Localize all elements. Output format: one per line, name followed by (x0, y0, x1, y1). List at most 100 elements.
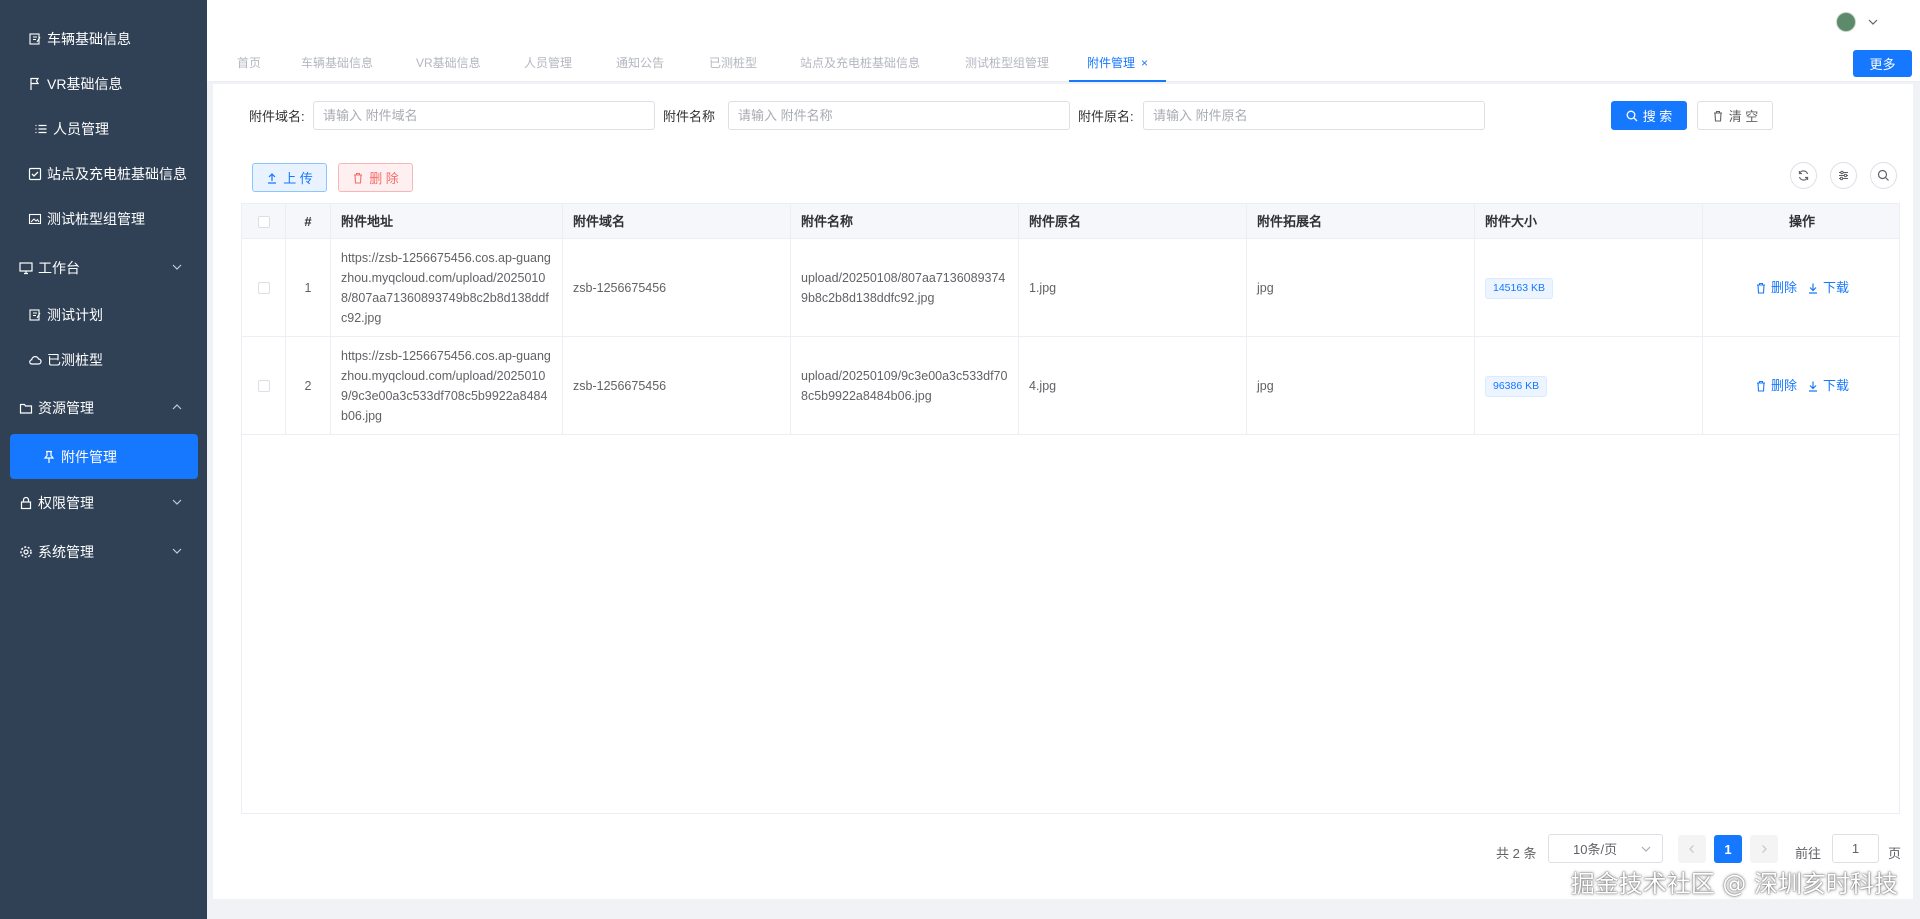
sidebar-item-label: 系统管理 (38, 544, 94, 560)
row-select-cell (242, 239, 286, 337)
monitor-icon (18, 260, 34, 276)
clear-button-label: 清 空 (1728, 109, 1759, 124)
sidebar-item-tested-piles[interactable]: 已测桩型 (10, 338, 198, 382)
tab-4[interactable]: 人员管理 (524, 44, 572, 82)
row-delete-label: 删除 (1770, 280, 1797, 295)
page-size-value: 10条/页 (1573, 842, 1618, 857)
sidebar-item-label: 权限管理 (38, 495, 94, 511)
sidebar-item-vehicle[interactable]: 车辆基础信息 (10, 17, 198, 61)
domain-input[interactable] (313, 101, 655, 130)
list-icon (33, 121, 49, 137)
goto-page-input[interactable] (1832, 834, 1879, 863)
page-size-select[interactable]: 10条/页 (1548, 834, 1663, 863)
sidebar-item-pile-group[interactable]: 测试桩型组管理 (10, 197, 198, 241)
chevron-left-icon (1689, 845, 1694, 853)
cell-text: https://zsb-1256675456.cos.ap-guangzhou.… (341, 251, 551, 325)
upload-button-label: 上 传 (283, 171, 313, 186)
folder-icon (18, 400, 34, 416)
original-name-input[interactable] (1143, 101, 1485, 130)
clear-button[interactable]: 清 空 (1697, 101, 1773, 130)
sidebar-item-personnel[interactable]: 人员管理 (10, 107, 198, 151)
select-all-cell (242, 204, 286, 239)
cell-text: 4.jpg (1029, 379, 1057, 393)
tab-6[interactable]: 已测桩型 (709, 44, 757, 82)
row-checkbox[interactable] (257, 380, 270, 392)
cell-text: https://zsb-1256675456.cos.ap-guangzhou.… (341, 349, 551, 423)
columns-button[interactable] (1830, 162, 1857, 189)
cell-text: jpg (1257, 379, 1274, 393)
close-icon[interactable]: × (1141, 56, 1148, 70)
row-checkbox[interactable] (257, 282, 270, 294)
column-header: 附件原名 (1019, 204, 1247, 239)
tab-label: 附件管理 (1087, 56, 1136, 70)
refresh-button[interactable] (1790, 162, 1817, 189)
tab-label: VR基础信息 (416, 56, 481, 70)
sidebar-item-resource[interactable]: 资源管理 (10, 386, 198, 430)
tab-label: 测试桩型组管理 (965, 56, 1050, 70)
delete-button-label: 删 除 (369, 171, 399, 186)
watermark: 掘金技术社区 @ 深圳亥时科技 (1570, 870, 1898, 898)
cell-index: 2 (286, 337, 331, 435)
toggle-search-button[interactable] (1870, 162, 1897, 189)
name-input[interactable] (728, 101, 1070, 130)
upload-icon (268, 172, 277, 184)
row-delete-button[interactable]: 删除 (1755, 278, 1797, 298)
batch-delete-button[interactable]: 删 除 (338, 163, 413, 192)
cell-domain: zsb-1256675456 (563, 239, 791, 337)
user-avatar[interactable] (1836, 12, 1856, 32)
tab-8[interactable]: 测试桩型组管理 (965, 44, 1049, 82)
cell-original: 1.jpg (1019, 239, 1247, 337)
prev-page-button[interactable] (1678, 835, 1706, 863)
sidebar-item-label: 资源管理 (38, 400, 94, 416)
search-icon (1877, 169, 1889, 181)
row-download-button[interactable]: 下载 (1807, 278, 1849, 298)
sidebar-item-workbench[interactable]: 工作台 (10, 246, 198, 290)
cell-text: upload/20250108/807aa71360893749b8c2b8d1… (801, 271, 1006, 305)
chevron-down-icon[interactable] (1866, 15, 1880, 29)
column-header: 附件名称 (791, 204, 1019, 239)
row-download-button[interactable]: 下载 (1807, 376, 1849, 396)
tab-7[interactable]: 站点及充电桩基础信息 (800, 44, 920, 82)
page-number-current[interactable]: 1 (1714, 835, 1742, 863)
more-tabs-button[interactable]: 更多 (1853, 50, 1912, 77)
column-header: 附件地址 (331, 204, 563, 239)
sidebar-item-label: 测试桩型组管理 (47, 211, 145, 227)
flag-icon (27, 76, 43, 92)
cell-url: https://zsb-1256675456.cos.ap-guangzhou.… (331, 337, 563, 435)
tab-5[interactable]: 通知公告 (616, 44, 664, 82)
page-suffix: 页 (1888, 846, 1902, 861)
tab-label: 车辆基础信息 (301, 56, 374, 70)
tab-9[interactable]: 附件管理 × (1069, 44, 1167, 82)
sidebar-item-vr[interactable]: VR基础信息 (10, 62, 198, 106)
sidebar-item-station[interactable]: 站点及充电桩基础信息 (10, 152, 198, 196)
sidebar-item-attachment[interactable]: 附件管理 (10, 434, 198, 479)
lock-icon (18, 495, 34, 511)
sidebar-item-label: 车辆基础信息 (47, 31, 131, 47)
tab-2[interactable]: 车辆基础信息 (301, 44, 373, 82)
pin-icon (41, 449, 57, 465)
gear-icon (18, 544, 34, 560)
sidebar-item-system[interactable]: 系统管理 (10, 530, 198, 574)
upload-button[interactable]: 上 传 (252, 163, 327, 192)
sidebar-item-label: 已测桩型 (47, 352, 103, 368)
sidebar-item-test-plan[interactable]: 测试计划 (10, 293, 198, 337)
cloud-icon (27, 352, 43, 368)
sidebar-item-permission[interactable]: 权限管理 (10, 481, 198, 525)
row-download-label: 下载 (1823, 280, 1850, 295)
select-all-checkbox[interactable] (257, 215, 270, 228)
tab-3[interactable]: VR基础信息 (416, 44, 481, 82)
tab-1[interactable]: 首页 (237, 44, 261, 82)
trash-icon (1756, 380, 1765, 392)
size-badge: 145163 KB (1485, 277, 1553, 299)
search-button[interactable]: 搜 索 (1611, 101, 1687, 130)
refresh-icon (1798, 170, 1809, 181)
next-page-button[interactable] (1750, 835, 1778, 863)
row-delete-button[interactable]: 删除 (1755, 376, 1797, 396)
sidebar-item-label: 工作台 (38, 260, 80, 276)
pagination-total: 共 2 条 (1496, 846, 1537, 861)
trash-icon (354, 172, 363, 184)
table-row: 1 https://zsb-1256675456.cos.ap-guangzhou… (242, 239, 1899, 337)
chevron-down-icon (172, 499, 182, 505)
trash-icon (1756, 282, 1765, 294)
checkbox-icon (27, 166, 43, 182)
